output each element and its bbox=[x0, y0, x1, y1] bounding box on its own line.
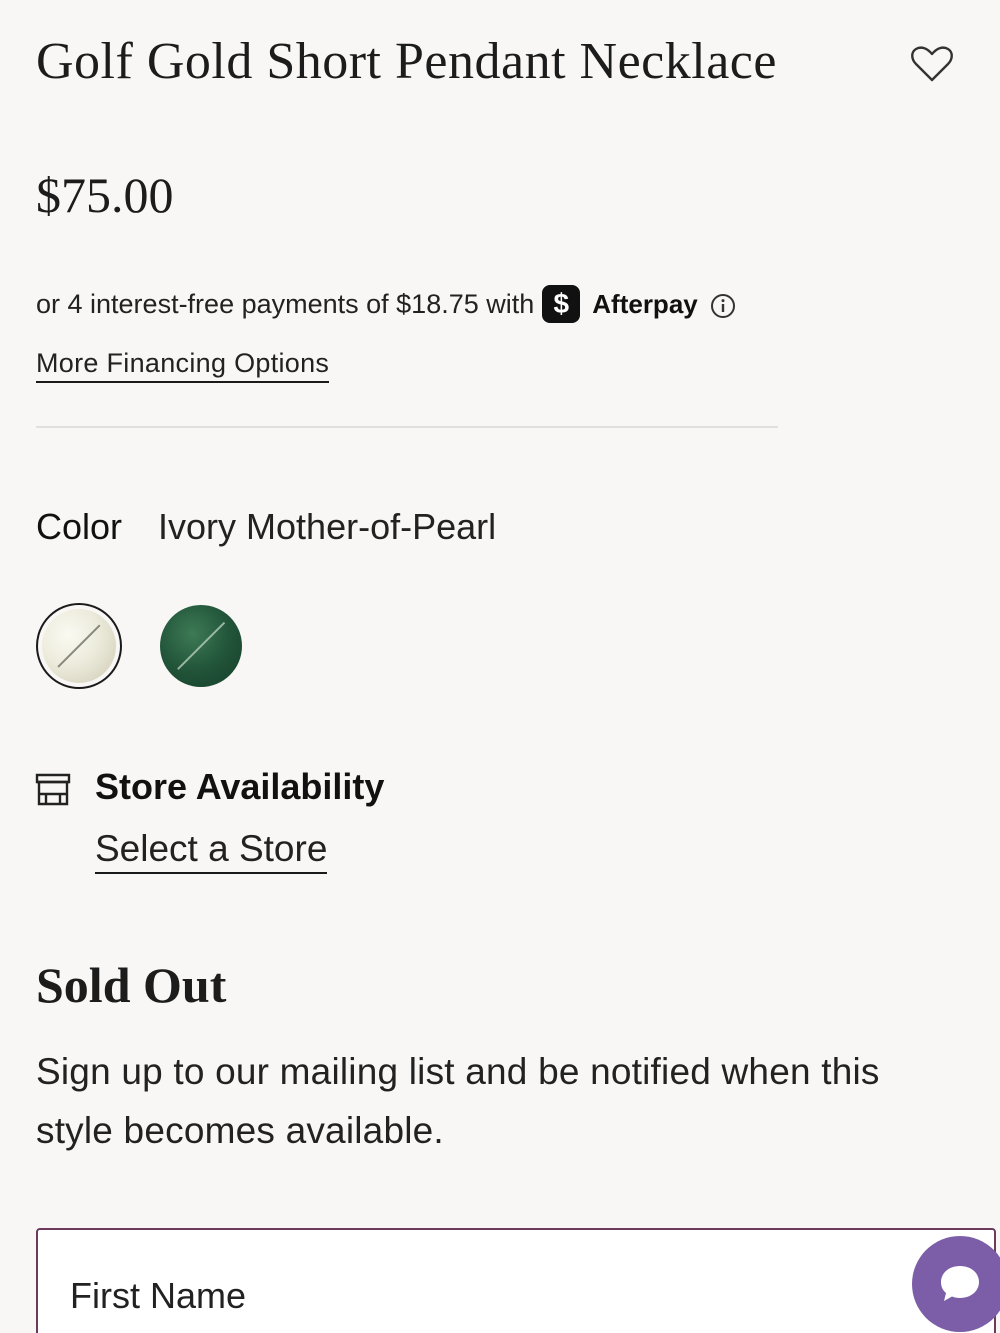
first-name-field[interactable] bbox=[36, 1228, 996, 1333]
more-financing-options-link[interactable]: More Financing Options bbox=[36, 348, 330, 383]
info-icon[interactable] bbox=[710, 293, 736, 319]
swatch-fill bbox=[42, 609, 116, 683]
chat-button[interactable] bbox=[912, 1236, 1000, 1332]
divider bbox=[36, 426, 778, 428]
store-icon bbox=[34, 770, 72, 808]
heart-icon bbox=[911, 46, 953, 82]
mailing-list-message: Sign up to our mailing list and be notif… bbox=[36, 1051, 880, 1151]
unavailable-slash bbox=[57, 624, 101, 668]
product-price: $75.00 bbox=[36, 167, 174, 223]
select-store-link[interactable]: Select a Store bbox=[95, 828, 328, 874]
selected-color-value: Ivory Mother-of-Pearl bbox=[158, 506, 497, 547]
afterpay-text: or 4 interest-free payments of $18.75 wi… bbox=[36, 288, 535, 319]
unavailable-slash bbox=[177, 622, 225, 670]
product-title: Golf Gold Short Pendant Necklace bbox=[36, 33, 777, 90]
sold-out-heading: Sold Out bbox=[36, 957, 227, 1013]
chat-icon bbox=[941, 1266, 979, 1301]
color-swatch-ivory[interactable] bbox=[36, 603, 122, 689]
afterpay-brand: Afterpay bbox=[592, 288, 698, 319]
afterpay-message: or 4 interest-free payments of $18.75 wi… bbox=[36, 284, 736, 324]
store-availability-title: Store Availability bbox=[95, 766, 385, 807]
color-swatch-green[interactable] bbox=[160, 605, 242, 687]
color-label: Color bbox=[36, 506, 123, 547]
first-name-input[interactable] bbox=[70, 1270, 890, 1322]
afterpay-logo-icon: $ bbox=[542, 285, 581, 323]
color-selection: Color Ivory Mother-of-Pearl bbox=[36, 506, 496, 548]
wishlist-button[interactable] bbox=[910, 44, 954, 84]
